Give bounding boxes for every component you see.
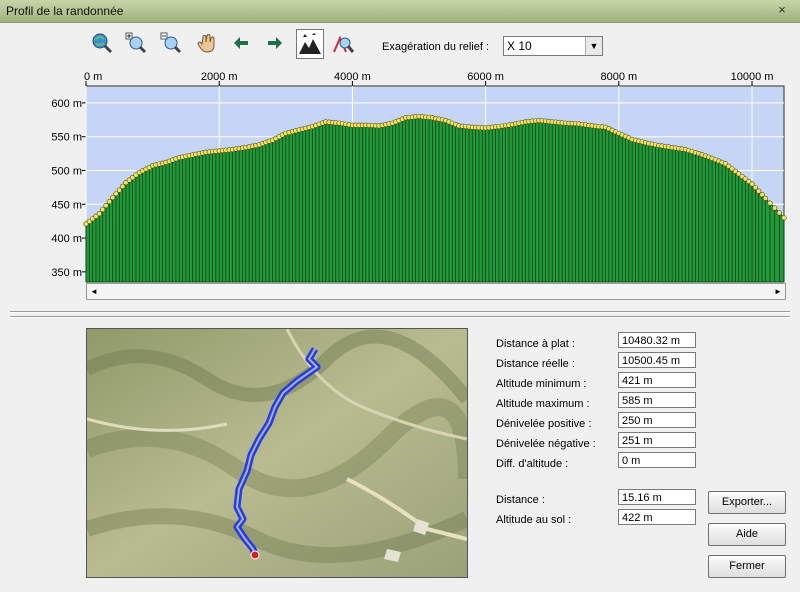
stat-value: 0 m <box>618 452 696 468</box>
elevation-point <box>772 205 778 211</box>
divider <box>10 316 790 318</box>
stat-label: Altitude minimum : <box>496 378 587 390</box>
x-tick-label: 10000 m <box>731 71 774 83</box>
divider <box>10 311 790 313</box>
stat-label: Diff. d'altitude : <box>496 458 569 470</box>
elevation-point <box>103 203 109 209</box>
stat-label: Altitude maximum : <box>496 398 590 410</box>
cursor-label: Distance : <box>496 494 545 506</box>
elevation-point <box>776 210 782 216</box>
elevation-point <box>762 195 768 201</box>
x-tick-label: 8000 m <box>600 71 637 83</box>
y-tick-label: 350 m <box>51 267 82 279</box>
y-tick-label: 600 m <box>51 98 82 110</box>
cursor-value: 15.16 m <box>618 489 696 505</box>
stat-value: 10500.45 m <box>618 352 696 368</box>
stat-label: Distance à plat : <box>496 338 575 350</box>
scroll-right-icon[interactable]: ► <box>771 284 785 299</box>
help-button[interactable]: Aide <box>708 523 786 546</box>
elevation-point <box>100 207 106 213</box>
x-tick-label: 2000 m <box>201 71 238 83</box>
profile-dialog: Profil de la randonnée × Exagération du … <box>0 0 800 592</box>
x-tick-label: 6000 m <box>467 71 504 83</box>
elevation-point <box>113 191 119 197</box>
stat-label: Distance réelle : <box>496 358 575 370</box>
y-tick-label: 400 m <box>51 233 82 245</box>
stat-label: Dénivelée négative : <box>496 438 596 450</box>
stat-value: 250 m <box>618 412 696 428</box>
close-button[interactable]: Fermer <box>708 555 786 578</box>
elevation-point <box>110 194 116 201</box>
elevation-point <box>781 215 787 221</box>
elevation-point <box>96 211 102 217</box>
cursor-label: Altitude au sol : <box>496 514 572 526</box>
route-map[interactable] <box>86 328 468 578</box>
y-tick-label: 450 m <box>51 199 82 211</box>
x-tick-label: 0 m <box>84 71 102 83</box>
stat-label: Dénivelée positive : <box>496 418 592 430</box>
stat-value: 421 m <box>618 372 696 388</box>
elevation-point <box>106 198 112 205</box>
y-tick-label: 500 m <box>51 165 82 177</box>
elevation-point <box>120 183 126 189</box>
profile-scrollbar[interactable]: ◄ ► <box>86 283 786 300</box>
cursor-value: 422 m <box>618 509 696 525</box>
elevation-point <box>767 200 773 206</box>
elevation-point <box>116 187 122 193</box>
x-tick-label: 4000 m <box>334 71 371 83</box>
stat-value: 585 m <box>618 392 696 408</box>
elevation-profile-chart: 350 m 400 m 450 m 500 m 550 m 600 m 0 m 2000 m 4… <box>51 71 787 283</box>
export-button[interactable]: Exporter... <box>708 491 786 514</box>
scroll-left-icon[interactable]: ◄ <box>87 284 101 299</box>
stat-value: 251 m <box>618 432 696 448</box>
stat-value: 10480.32 m <box>618 332 696 348</box>
y-tick-label: 550 m <box>51 132 82 144</box>
